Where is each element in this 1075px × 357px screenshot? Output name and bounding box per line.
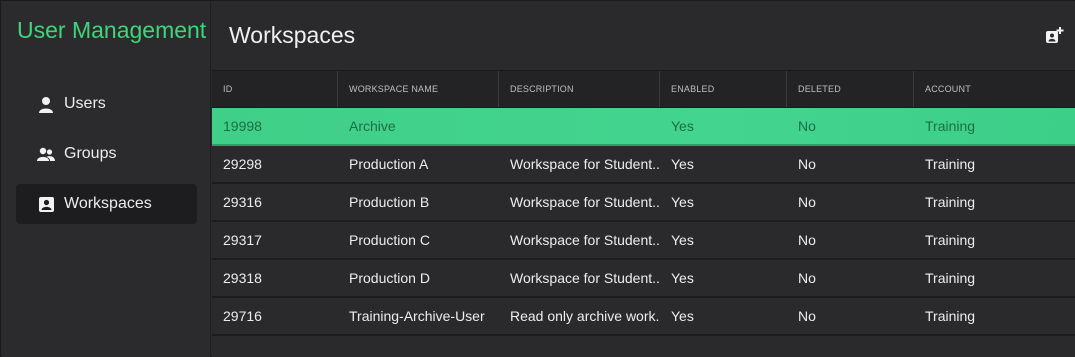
cell-deleted: No xyxy=(798,232,816,248)
cell-deleted: No xyxy=(798,118,816,134)
cell-enabled: Yes xyxy=(671,270,694,286)
column-header-account[interactable]: ACCOUNT xyxy=(914,71,1075,107)
cell-id: 29318 xyxy=(223,270,262,286)
table-header: ID WORKSPACE NAME DESCRIPTION ENABLED DE… xyxy=(212,70,1075,108)
cell-deleted: No xyxy=(798,194,816,210)
sidebar-item-groups[interactable]: Groups xyxy=(16,134,197,174)
cell-workspace-name: Production B xyxy=(349,194,430,210)
cell-enabled: Yes xyxy=(671,232,694,248)
cell-id: 19998 xyxy=(223,118,262,134)
cell-id: 29317 xyxy=(223,232,262,248)
cell-account: Training xyxy=(925,194,976,210)
add-workspace-icon xyxy=(1046,27,1064,43)
column-header-deleted[interactable]: DELETED xyxy=(787,71,914,107)
table-row[interactable]: 29317 Production C Workspace for Student… xyxy=(212,222,1075,260)
table-row[interactable]: 19998 Archive Yes No Training xyxy=(212,108,1075,146)
cell-workspace-name: Production D xyxy=(349,270,430,286)
table-row[interactable]: 29716 Training-Archive-User Read only ar… xyxy=(212,298,1075,336)
table-row[interactable]: 29318 Production D Workspace for Student… xyxy=(212,260,1075,298)
workspace-icon xyxy=(37,195,55,213)
sidebar: User Management Users Groups Workspaces xyxy=(2,2,211,357)
cell-deleted: No xyxy=(798,156,816,172)
cell-description: Workspace for Student... xyxy=(510,232,660,248)
cell-id: 29298 xyxy=(223,156,262,172)
app-title: User Management xyxy=(17,17,207,43)
table-row[interactable]: 29298 Production A Workspace for Student… xyxy=(212,146,1075,184)
column-header-id[interactable]: ID xyxy=(212,71,338,107)
table-row[interactable]: 29316 Production B Workspace for Student… xyxy=(212,184,1075,222)
group-icon xyxy=(37,145,55,163)
cell-deleted: No xyxy=(798,270,816,286)
app-window: User Management Users Groups Workspaces … xyxy=(0,0,1075,357)
sidebar-item-label: Users xyxy=(64,95,106,112)
cell-workspace-name: Production A xyxy=(349,156,429,172)
main-panel: Workspaces ID WORKSPACE NAME DESCRIPTION… xyxy=(212,2,1075,357)
workspaces-table: ID WORKSPACE NAME DESCRIPTION ENABLED DE… xyxy=(212,70,1075,336)
cell-workspace-name: Archive xyxy=(349,118,396,134)
sidebar-item-label: Workspaces xyxy=(64,195,152,212)
cell-enabled: Yes xyxy=(671,194,694,210)
sidebar-item-label: Groups xyxy=(64,145,117,162)
cell-enabled: Yes xyxy=(671,118,694,134)
cell-account: Training xyxy=(925,118,976,134)
cell-description: Workspace for Student... xyxy=(510,270,660,286)
cell-description: Workspace for Student... xyxy=(510,194,660,210)
column-header-description[interactable]: DESCRIPTION xyxy=(499,71,660,107)
sidebar-item-users[interactable]: Users xyxy=(16,84,197,124)
cell-id: 29316 xyxy=(223,194,262,210)
page-title: Workspaces xyxy=(229,22,356,48)
add-workspace-button[interactable] xyxy=(1045,26,1065,44)
column-header-workspace-name[interactable]: WORKSPACE NAME xyxy=(338,71,499,107)
cell-account: Training xyxy=(925,232,976,248)
cell-account: Training xyxy=(925,156,976,172)
cell-account: Training xyxy=(925,270,976,286)
cell-id: 29716 xyxy=(223,308,262,324)
cell-account: Training xyxy=(925,308,976,324)
user-icon xyxy=(37,95,55,113)
column-header-enabled[interactable]: ENABLED xyxy=(660,71,787,107)
cell-workspace-name: Training-Archive-User xyxy=(349,308,485,324)
sidebar-item-workspaces[interactable]: Workspaces xyxy=(16,184,197,224)
cell-description: Workspace for Student... xyxy=(510,156,660,172)
cell-enabled: Yes xyxy=(671,156,694,172)
cell-workspace-name: Production C xyxy=(349,232,430,248)
cell-description: Read only archive work... xyxy=(510,308,660,324)
cell-deleted: No xyxy=(798,308,816,324)
cell-enabled: Yes xyxy=(671,308,694,324)
